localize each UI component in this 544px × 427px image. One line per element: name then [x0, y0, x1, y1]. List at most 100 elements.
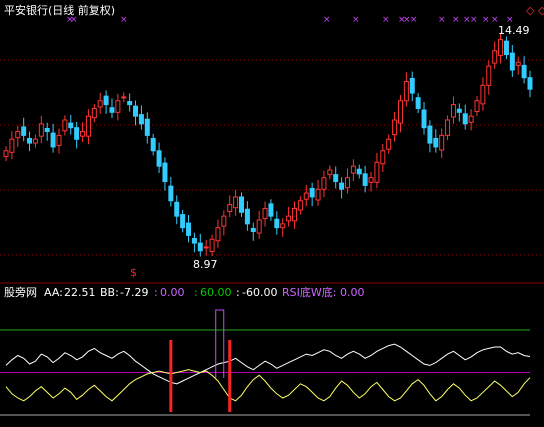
- bb-label: BB:: [100, 286, 119, 299]
- candle-body: [456, 108, 462, 113]
- candle-body: [156, 150, 162, 167]
- candle-body: [233, 196, 239, 209]
- candle-body: [144, 118, 150, 136]
- signal-bar: [228, 340, 232, 412]
- candle-body: [291, 207, 297, 222]
- aa-label: AA:: [44, 286, 63, 299]
- candle-body: [74, 127, 80, 140]
- candle-body: [32, 138, 38, 144]
- candle-body: [186, 222, 192, 236]
- candle-body: [274, 218, 280, 229]
- zero-value: 0.00: [160, 286, 185, 299]
- candle-body: [445, 119, 451, 136]
- candle-body: [486, 65, 492, 86]
- candle-body: [44, 127, 50, 133]
- candle-body: [374, 161, 380, 183]
- rsi-w-label: RSI底W底:: [282, 285, 336, 299]
- candle-body: [439, 134, 445, 151]
- aa-value: 22.51: [64, 286, 96, 299]
- candle-body: [421, 109, 427, 129]
- candle-body: [68, 122, 74, 129]
- candle-body: [56, 134, 62, 146]
- x-marker: ×: [323, 15, 331, 25]
- candle-body: [427, 125, 433, 144]
- candle-body: [127, 101, 133, 106]
- candle-body: [133, 105, 139, 117]
- aa-line: [5, 343, 531, 385]
- candle-body: [321, 177, 327, 190]
- candle-body: [227, 204, 233, 213]
- candle-body: [386, 138, 392, 150]
- candle-body: [521, 64, 527, 79]
- candle-body: [191, 237, 197, 244]
- sixty-label: :: [194, 286, 198, 299]
- candle-body: [344, 177, 350, 189]
- indicator-header: 股旁网 AA: 22.51 BB: -7.29 : 0.00 : 60.00 :…: [4, 285, 365, 299]
- candle-body: [350, 165, 356, 174]
- candle-body: [315, 188, 321, 201]
- diamond-icons[interactable]: ◇ ◇: [526, 4, 544, 17]
- candle-body: [221, 215, 227, 227]
- candle-body: [339, 182, 345, 190]
- candle-body: [462, 113, 468, 125]
- candle-body: [203, 246, 209, 249]
- candle-body: [280, 223, 286, 229]
- candle-body: [62, 119, 68, 132]
- candle-body: [197, 242, 203, 252]
- candle-body: [21, 126, 27, 136]
- candle-body: [362, 173, 368, 186]
- candle-body: [450, 104, 456, 118]
- candle-body: [250, 227, 256, 233]
- candle-body: [309, 187, 315, 198]
- sixty-value: 60.00: [200, 286, 232, 299]
- candle-body: [509, 52, 515, 71]
- candle-body: [498, 39, 504, 56]
- candle-body: [409, 77, 415, 94]
- candle-body: [103, 95, 109, 106]
- candle-body: [262, 207, 268, 219]
- candle-body: [174, 201, 180, 217]
- zero-label: :: [154, 286, 158, 299]
- signal-bar: [169, 340, 173, 412]
- candle-body: [168, 185, 174, 202]
- candle-body: [474, 100, 480, 113]
- candle-body: [356, 168, 362, 175]
- candle-body: [180, 214, 186, 229]
- candle-body: [121, 96, 127, 99]
- low-price-label: 8.97: [193, 258, 218, 271]
- candle-body: [397, 100, 403, 124]
- candle-body: [244, 208, 250, 225]
- x-marker: ×: [470, 15, 478, 25]
- candle-body: [97, 100, 103, 108]
- top-x-markers: ×× × × × × ×× × × × × × × × ×: [66, 15, 514, 25]
- x-marker: ×: [438, 15, 446, 25]
- dollar-marker: $: [130, 266, 137, 279]
- candle-body: [392, 119, 398, 136]
- x-marker: ×: [120, 15, 128, 25]
- candle-body: [403, 81, 409, 102]
- candle-body: [239, 196, 245, 213]
- candle-body: [527, 77, 533, 90]
- candle-body: [50, 132, 56, 148]
- candle-body: [268, 203, 274, 217]
- indicator-name: 股旁网: [4, 285, 37, 299]
- candle-body: [215, 227, 221, 242]
- bb-value: -7.29: [120, 286, 148, 299]
- neg-sixty-value: -60.00: [242, 286, 277, 299]
- candle-body: [256, 219, 262, 234]
- high-price-label: 14.49: [498, 24, 530, 37]
- grid-lines: [0, 59, 544, 284]
- candle-body: [85, 115, 91, 137]
- candle-body: [150, 137, 156, 152]
- candle-body: [162, 162, 168, 183]
- x-marker: ×: [382, 15, 390, 25]
- candle-body: [503, 40, 509, 56]
- candle-body: [368, 177, 374, 183]
- candle-body: [15, 131, 21, 139]
- neg-sixty-label: :: [236, 286, 240, 299]
- candle-body: [38, 123, 44, 137]
- candle-body: [327, 169, 333, 176]
- stock-chart: ×× × × × × ×× × × × × × × × × 平安银行(日线 前复权) ◇ ◇ 14.49 …: [0, 3, 544, 416]
- candle-body: [492, 50, 498, 64]
- candle-body: [468, 115, 474, 123]
